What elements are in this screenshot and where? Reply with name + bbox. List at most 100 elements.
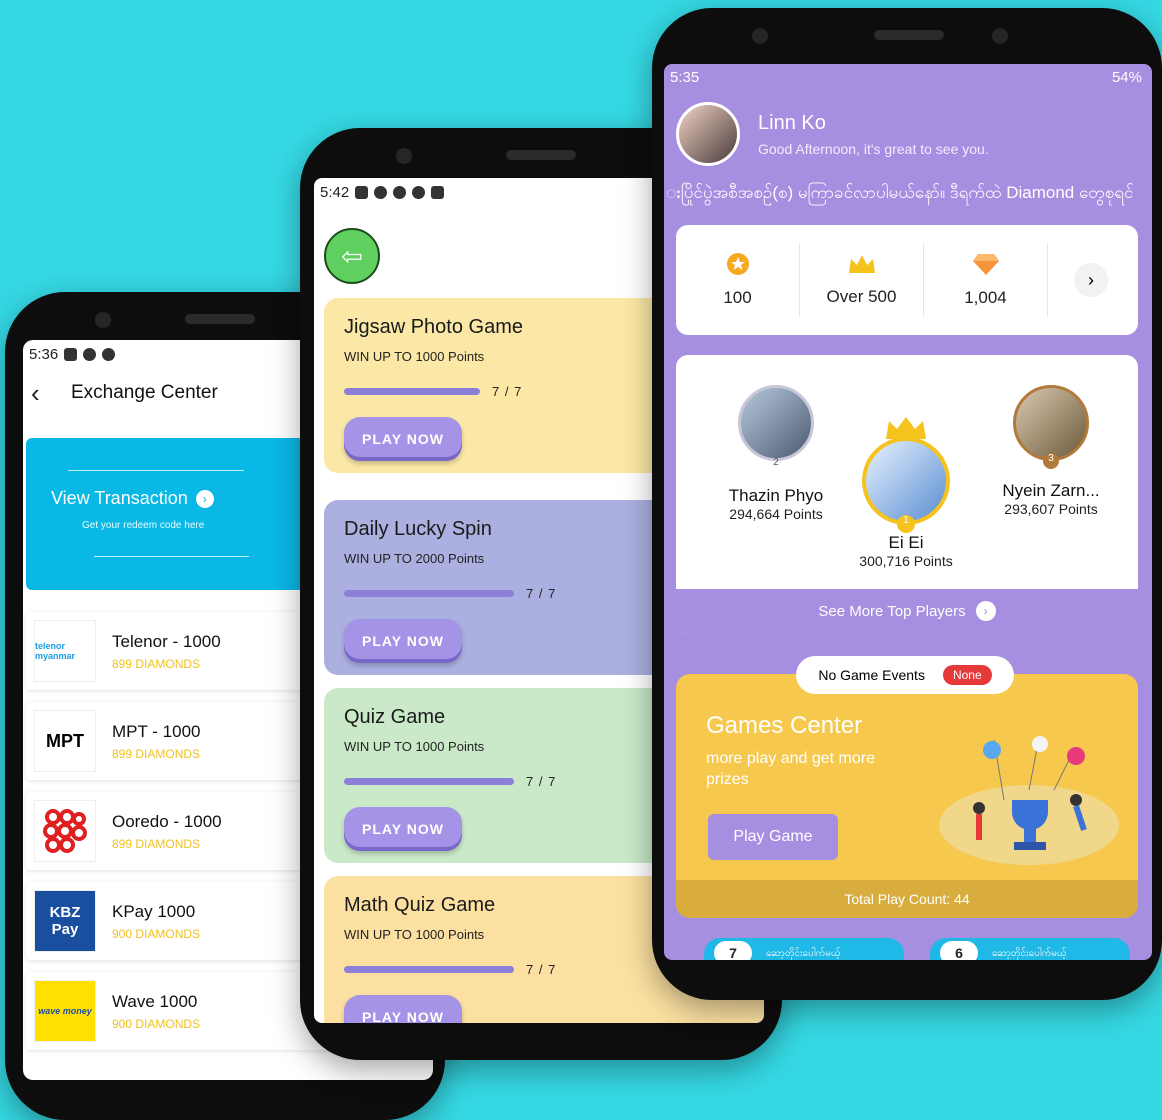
profile-header: Linn Ko Good Afternoon, it's great to se… [664,90,1152,172]
player-name: Ei Ei [888,533,924,552]
progress-value: 7 / 7 [526,774,557,789]
avatar [862,437,950,525]
camera [752,28,768,44]
player-name: Thazin Phyo [728,486,824,505]
back-button[interactable]: ⇦ [324,228,380,284]
status-time: 5:36 [29,345,59,363]
view-transaction-title: View Transaction › [51,488,214,509]
chevron-right-icon: › [195,489,214,508]
phone-profile: 5:35 54% Linn Ko Good Afternoon, it's gr… [652,8,1162,1000]
progress-bar [344,388,480,395]
camera [95,312,111,328]
camera [396,148,412,164]
stat-diamonds: 1,004 [924,243,1048,317]
kbzpay-logo: KBZ Pay [34,890,96,952]
rank-badge: 1 [897,515,915,533]
user-name: Linn Ko [758,111,826,134]
mini-text: ဆော့တိုင်းပေါက်မယ့် [992,947,1067,959]
gallery-icon [431,185,445,199]
progress-value: 7 / 7 [526,586,557,601]
mini-count: 7 [714,941,752,960]
item-cost: 900 DIAMONDS [112,1016,201,1031]
progress-bar [344,778,514,785]
mpt-logo: MPT [34,710,96,772]
status-bar: 5:35 54% [664,64,1152,90]
messenger-icon [374,185,388,199]
app-icon [355,185,369,199]
progress-bar [344,590,514,597]
messenger-icon [393,185,407,199]
top-player-1[interactable]: 1 Ei Ei 300,716 Points [836,415,976,569]
speaker [506,150,576,160]
player-points: 300,716 Points [859,553,953,569]
games-center-card: Games Center more play and get more priz… [676,674,1138,918]
rank-badge: 2 [773,457,779,468]
mini-game-card[interactable]: 6 ဆော့တိုင်းပေါက်မယ့် [930,938,1130,960]
wave-money-logo: wave money [34,980,96,1042]
telenor-logo: telenor myanmar [34,620,96,682]
progress-value: 7 / 7 [526,962,557,977]
item-cost: 899 DIAMONDS [112,656,201,671]
item-cost: 899 DIAMONDS [112,836,201,851]
total-play-count: Total Play Count: 44 [676,880,1138,918]
notification-icon [83,347,97,361]
game-events-pill: No Game Events None [796,656,1014,694]
page-title: Exchange Center [71,382,218,403]
play-game-button[interactable]: Play Game [708,814,838,860]
announcement-marquee: းပြိုင်ပွဲအစီအစဥ်(စ) မကြာခင်လာပါမယ်နော်။… [666,183,1134,202]
divider [68,470,244,471]
crown-icon [848,255,875,273]
arrow-left-icon: ⇦ [341,240,363,271]
speaker [185,314,255,324]
star-coin-icon [726,253,749,275]
top-player-3[interactable]: 3 Nyein Zarn... 293,607 Points [976,385,1126,517]
play-now-button[interactable]: PLAY NOW [344,417,462,461]
front-camera [992,28,1008,44]
status-time: 5:42 [320,183,350,201]
divider [94,556,249,557]
item-name: KPay 1000 [112,901,196,921]
see-more-top-players-button[interactable]: See More Top Players › [676,589,1138,633]
item-name: MPT - 1000 [112,721,201,741]
stat-value: 100 [723,288,752,307]
status-time: 5:35 [670,68,700,86]
see-more-label: See More Top Players [818,602,966,620]
mini-count: 6 [940,941,978,960]
chevron-right-icon: › [975,601,996,621]
stat-value: Over 500 [826,287,897,306]
top-players-card: 2 Thazin Phyo 294,664 Points 1 Ei Ei 300… [676,355,1138,633]
mini-card-row: 7 ဆော့တိုင်းပေါက်မယ့် 6 ဆော့တိုင်းပေါက်မ… [704,938,1130,960]
item-name: Ooredo - 1000 [112,811,222,831]
games-center-title: Games Center [706,712,863,739]
stats-card: 100 Over 500 1,004 › [676,225,1138,335]
progress-value: 7 / 7 [492,384,523,399]
avatar[interactable] [676,102,740,166]
avatar [738,385,814,461]
ooredoo-logo [34,800,96,862]
status-badge: None [942,665,992,685]
play-now-button[interactable]: PLAY NOW [344,807,462,851]
profile-screen: 5:35 54% Linn Ko Good Afternoon, it's gr… [664,64,1152,960]
data-saver-icon [102,347,116,361]
stat-rank: Over 500 [800,243,924,317]
player-points: 293,607 Points [1004,501,1098,517]
view-transaction-subtitle: Get your redeem code here [82,520,205,531]
avatar [1013,385,1089,461]
item-name: Wave 1000 [112,991,198,1011]
play-now-button[interactable]: PLAY NOW [344,995,462,1023]
stat-points: 100 [676,243,800,317]
top-player-2[interactable]: 2 Thazin Phyo 294,664 Points [706,385,846,522]
item-name: Telenor - 1000 [112,631,221,651]
progress-bar [344,966,514,973]
chevron-right-icon[interactable]: › [1074,263,1108,297]
item-cost: 899 DIAMONDS [112,746,201,761]
play-now-button[interactable]: PLAY NOW [344,619,462,663]
player-name: Nyein Zarn... [1002,481,1100,500]
games-center-subtitle: more play and get more prizes [706,750,875,788]
mini-game-card[interactable]: 7 ဆော့တိုင်းပေါက်မယ့် [704,938,904,960]
greeting: Good Afternoon, it's great to see you. [758,140,989,157]
back-arrow-icon[interactable]: ‹ [31,378,71,409]
gallery-icon [64,347,78,361]
ooredoo-dots-icon [43,809,87,853]
view-transaction-card[interactable]: View Transaction › Get your redeem code … [26,438,326,590]
